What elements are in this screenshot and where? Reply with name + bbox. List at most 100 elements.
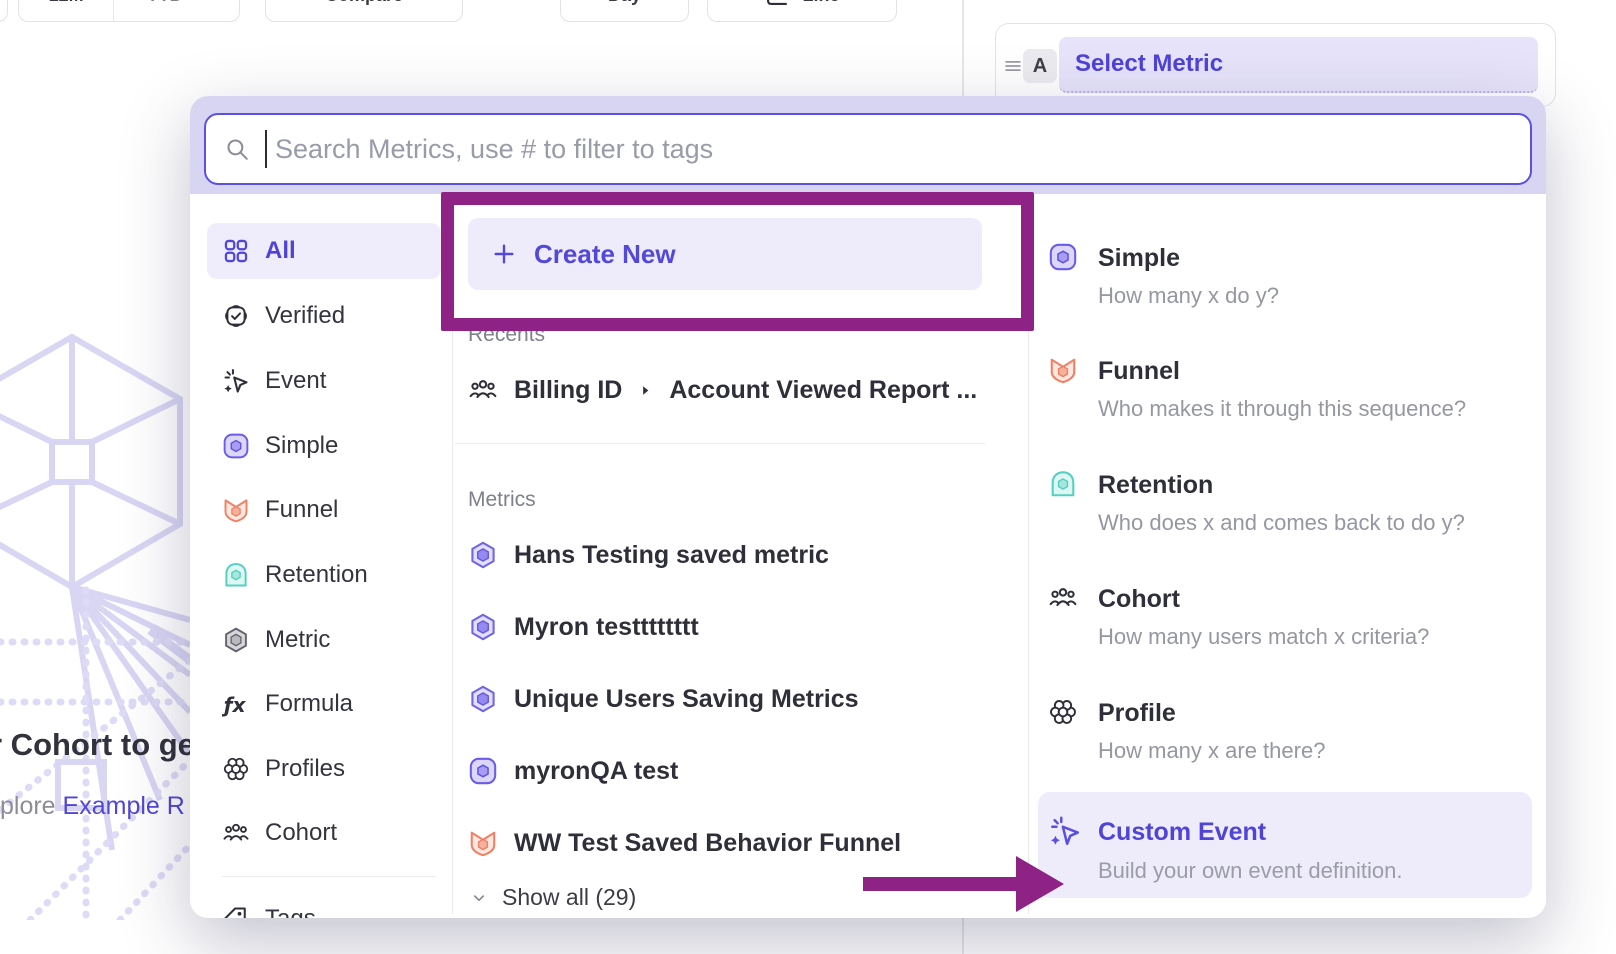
cohort-people-icon <box>468 375 498 405</box>
cohort-people-icon <box>1048 583 1078 613</box>
sidebar-item-tags[interactable]: Tags <box>207 891 441 918</box>
sidebar-item-label: Retention <box>265 561 368 589</box>
date-range-12m-label: 12M <box>49 0 84 6</box>
metric-type-option-retention[interactable]: Retention Who does x and comes back to d… <box>1038 463 1532 561</box>
type-desc: Who makes it through this sequence? <box>1098 396 1466 422</box>
show-all-toggle[interactable]: Show all (29) <box>470 884 636 911</box>
recent-item[interactable]: Billing ID Account Viewed Report ... <box>468 360 1008 420</box>
annotation-arrow <box>858 850 1068 920</box>
metric-item-label: WW Test Saved Behavior Funnel <box>514 829 901 858</box>
compare-label: Compare <box>325 0 403 6</box>
metric-item[interactable]: Unique Users Saving Metrics <box>468 669 1008 729</box>
select-metric-label: Select Metric <box>1075 50 1223 78</box>
date-range-12m-button[interactable]: 12M <box>19 0 113 21</box>
simple-squircle-icon <box>222 432 250 460</box>
chart-type-line-label: Line <box>802 0 839 6</box>
metric-item-label: Myron testttttttt <box>514 613 699 642</box>
search-input[interactable] <box>273 133 1512 166</box>
select-metric-field[interactable]: Select Metric <box>1059 37 1538 93</box>
formula-fx-icon <box>222 690 250 718</box>
types-column-divider <box>1028 302 1029 914</box>
metric-type-option-cohort[interactable]: Cohort How many users match x criteria? <box>1038 577 1532 675</box>
type-name: Cohort <box>1098 585 1180 614</box>
profiles-flower-icon <box>222 755 250 783</box>
chevron-down-icon <box>470 889 488 907</box>
granularity-day-button[interactable]: Day <box>560 0 689 22</box>
line-chart-icon <box>764 0 790 8</box>
toolbar-edge-fragment[interactable] <box>0 0 8 22</box>
series-badge: A <box>1023 49 1057 83</box>
sidebar-item-label: Cohort <box>265 819 337 847</box>
sidebar-item-simple[interactable]: Simple <box>207 418 441 474</box>
granularity-day-label: Day <box>608 0 641 6</box>
metric-type-option-simple[interactable]: Simple How many x do y? <box>1038 236 1532 334</box>
chart-type-line-button[interactable]: Line <box>707 0 897 22</box>
metric-type-option-profile[interactable]: Profile How many x are there? <box>1038 691 1532 789</box>
retention-arch-icon <box>222 561 250 589</box>
show-all-label: Show all (29) <box>502 884 636 911</box>
sidebar-item-event[interactable]: Event <box>207 353 441 409</box>
grid-icon <box>222 237 250 265</box>
metric-item[interactable]: Myron testttttttt <box>468 597 1008 657</box>
verified-seal-icon <box>222 302 250 330</box>
funnel-icon <box>222 496 250 524</box>
sidebar-item-cohort[interactable]: Cohort <box>207 805 441 861</box>
metric-item[interactable]: Hans Testing saved metric <box>468 525 1008 585</box>
metric-type-option-funnel[interactable]: Funnel Who makes it through this sequenc… <box>1038 349 1532 447</box>
custom-event-click-icon <box>1048 814 1082 848</box>
funnel-icon <box>468 828 498 858</box>
sidebar-item-retention[interactable]: Retention <box>207 547 441 603</box>
sidebar-item-label: Profiles <box>265 755 345 783</box>
metric-picker-screen: 12M YTD Compare Day Line <box>0 0 1616 954</box>
background-art <box>0 330 190 920</box>
empty-state-subline: plore Example R <box>0 792 185 821</box>
sidebar-item-formula[interactable]: Formula <box>207 676 441 732</box>
sidebar-column-divider <box>452 302 453 914</box>
type-desc: How many users match x criteria? <box>1098 624 1429 650</box>
metric-item[interactable]: myronQA test <box>468 741 1008 801</box>
cohort-people-icon <box>222 819 250 847</box>
sidebar-item-label: Tags <box>265 905 316 918</box>
saved-metric-hexagon-icon <box>468 684 498 714</box>
sidebar-item-label: Event <box>265 367 326 395</box>
simple-squircle-icon <box>1048 242 1078 272</box>
recent-item-secondary: Account Viewed Report ... <box>669 376 977 405</box>
sidebar-item-funnel[interactable]: Funnel <box>207 482 441 538</box>
sidebar-item-profiles[interactable]: Profiles <box>207 741 441 797</box>
type-desc: How many x do y? <box>1098 283 1279 309</box>
sidebar-item-label: Formula <box>265 690 353 718</box>
type-name: Profile <box>1098 699 1176 728</box>
sidebar-item-all[interactable]: All <box>207 223 441 279</box>
metric-type-option-custom-event[interactable]: Custom Event Build your own event defini… <box>1038 792 1532 898</box>
metric-item-label: Hans Testing saved metric <box>514 541 829 570</box>
type-name: Custom Event <box>1098 818 1266 847</box>
type-name: Retention <box>1098 471 1213 500</box>
drag-handle-icon[interactable] <box>1002 55 1024 77</box>
compare-button[interactable]: Compare <box>265 0 463 22</box>
sidebar-item-label: Verified <box>265 302 345 330</box>
sidebar-item-metric[interactable]: Metric <box>207 612 441 668</box>
date-range-ytd-label: YTD <box>147 0 183 6</box>
example-reports-link[interactable]: Example R <box>63 792 185 820</box>
sidebar-item-label: Funnel <box>265 496 338 524</box>
tag-icon <box>222 905 250 918</box>
recent-item-primary: Billing ID <box>514 376 622 405</box>
caret-right-icon <box>638 383 653 398</box>
profiles-flower-icon <box>1048 697 1078 727</box>
date-range-group: 12M YTD <box>18 0 240 22</box>
recents-divider <box>455 443 985 444</box>
metric-item-label: Unique Users Saving Metrics <box>514 685 859 714</box>
type-desc: Who does x and comes back to do y? <box>1098 510 1465 536</box>
type-name: Simple <box>1098 244 1180 273</box>
sidebar-divider <box>222 876 436 877</box>
metrics-heading: Metrics <box>468 488 536 512</box>
chevron-down-icon <box>191 0 207 3</box>
type-desc: How many x are there? <box>1098 738 1325 764</box>
search-box[interactable] <box>204 113 1532 185</box>
date-range-ytd-button[interactable]: YTD <box>113 0 239 21</box>
search-icon <box>224 136 251 163</box>
sidebar-item-verified[interactable]: Verified <box>207 288 441 344</box>
sidebar-item-label: Metric <box>265 626 330 654</box>
type-name: Funnel <box>1098 357 1180 386</box>
click-event-icon <box>222 367 250 395</box>
